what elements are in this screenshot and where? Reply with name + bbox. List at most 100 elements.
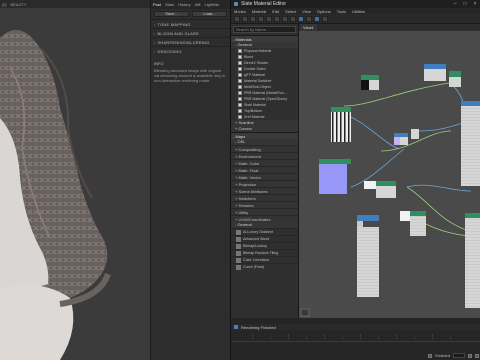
material-icon [238, 49, 242, 53]
move-children-icon[interactable] [258, 15, 264, 22]
section-label: BLOOM AND GLARE [157, 30, 200, 36]
preview-node[interactable] [300, 308, 310, 317]
osl-group[interactable]: + Math: Vector [231, 173, 298, 180]
tab-diff[interactable]: Diff [195, 2, 201, 7]
background-icon[interactable] [282, 15, 288, 22]
save-button[interactable]: Save... [154, 11, 189, 17]
osl-group[interactable]: + Utility [231, 208, 298, 215]
material-icon [238, 103, 242, 107]
map-item[interactable]: Ai-Luxury Gradient [231, 228, 298, 235]
browser-search-input[interactable]: Search by Name ... [233, 26, 296, 33]
hide-unused-icon[interactable] [266, 15, 272, 22]
tab-stats[interactable]: Stats [165, 2, 174, 7]
tab-post[interactable]: Post [153, 2, 161, 7]
osl-group[interactable]: + UVW/Coordinates [231, 215, 298, 222]
render-image [0, 8, 150, 360]
map-icon [236, 243, 241, 249]
list-item-label: Shell Material [244, 103, 266, 107]
key-filter-field[interactable] [453, 353, 465, 358]
menu-view[interactable]: View [302, 9, 311, 14]
map-item-label: Advanced Wood [243, 237, 270, 241]
parameter-editor-icon[interactable] [314, 15, 320, 22]
normal-map-node[interactable] [319, 159, 351, 194]
chevron-right-icon: › [154, 48, 156, 54]
viewport-toolbar: [0] BEAUTY [0, 0, 150, 8]
osl-group[interactable]: + Scene Attributes [231, 187, 298, 194]
menu-options[interactable]: Options [317, 9, 331, 14]
close-icon[interactable]: × [470, 1, 480, 7]
materials-header[interactable]: - Materials [231, 35, 298, 42]
preset-buttons: Save... Load... [151, 9, 230, 19]
minimize-icon[interactable]: – [450, 1, 460, 7]
map-icon [236, 250, 241, 256]
layout-children-icon[interactable] [298, 15, 304, 22]
section-label: SHARPENING/BLURRING [157, 39, 210, 45]
osl-group[interactable]: + Compositing [231, 145, 298, 152]
load-button[interactable]: Load... [192, 11, 227, 17]
render-viewport[interactable]: [0] BEAUTY [0, 0, 150, 360]
osl-group[interactable]: + Switchers [231, 194, 298, 201]
menu-edit[interactable]: Edit [272, 9, 279, 14]
section-label: DENOISING [157, 48, 182, 54]
viewport-channel-label[interactable]: BEAUTY [10, 2, 26, 7]
menu-select[interactable]: Select [285, 9, 296, 14]
menu-utilities[interactable]: Utilities [352, 9, 365, 14]
section-sharpening-blurring[interactable]: › SHARPENING/BLURRING [151, 37, 230, 46]
tab-lightmix[interactable]: LightMix [205, 2, 220, 7]
map-item[interactable]: Advanced Wood [231, 235, 298, 242]
osl-group[interactable]: + Environment [231, 152, 298, 159]
window-title: Slate Material Editor [241, 1, 287, 7]
play-icon[interactable] [468, 353, 472, 358]
app-icon [234, 2, 238, 6]
osl-group[interactable]: + Math: Color [231, 159, 298, 166]
menu-tools[interactable]: Tools [337, 9, 346, 14]
section-denoising[interactable]: › DENOISING [151, 46, 230, 55]
map-item[interactable]: Curve (Float) [231, 263, 298, 270]
menu-material[interactable]: Material [252, 9, 266, 14]
layout-icon[interactable] [290, 15, 296, 22]
maximize-icon[interactable]: □ [460, 1, 470, 7]
list-item-label: PBR Material (Metal/Rou... [244, 91, 287, 95]
map-item-label: Bitmap Random Tiling [243, 251, 279, 255]
lock-icon[interactable] [428, 353, 433, 358]
list-item-label: glTF Material [244, 73, 265, 77]
show-map-icon[interactable] [274, 15, 280, 22]
map-item[interactable]: Bitmap/Lookup [231, 242, 298, 249]
node-graph-view[interactable] [299, 31, 480, 318]
select-by-material-icon[interactable] [322, 15, 328, 22]
section-label: TONE MAPPING [157, 21, 191, 27]
map-item[interactable]: Bitmap Random Tiling [231, 249, 298, 256]
section-tone-mapping[interactable]: › TONE MAPPING [151, 19, 230, 28]
delete-icon[interactable] [250, 15, 256, 22]
osl-group[interactable]: + Projection [231, 180, 298, 187]
osl-group[interactable]: + Textures [231, 201, 298, 208]
map-item-label: Ai-Luxury Gradient [243, 230, 273, 234]
list-item-label: Top/Bottom [244, 109, 263, 113]
list-item-label: Multi/Sub-Object [244, 85, 271, 89]
timeline-ruler[interactable] [231, 332, 480, 342]
timeline[interactable]: Enabled [231, 330, 480, 360]
map-node[interactable] [361, 75, 379, 90]
next-frame-icon[interactable] [475, 353, 479, 358]
map-item[interactable]: Color Correction [231, 256, 298, 263]
map-icon [236, 257, 241, 263]
window-controls: – □ × [450, 1, 480, 7]
section-bloom-glare[interactable]: › BLOOM AND GLARE [151, 28, 230, 37]
list-item-label: Physical Material [244, 49, 272, 53]
material-map-navigator-icon[interactable] [306, 15, 312, 22]
menu-modes[interactable]: Modes [234, 9, 246, 14]
list-item-label: Xref Material [244, 115, 265, 119]
list-item-label: DirectX Shader [244, 61, 269, 65]
map-item-label: Color Correction [243, 258, 270, 262]
tab-view1[interactable]: View1 [300, 24, 317, 31]
tab-history[interactable]: History [178, 2, 190, 7]
map-icon [236, 236, 241, 242]
bitmap-node[interactable] [331, 107, 351, 142]
assign-material-icon[interactable] [242, 15, 248, 22]
maps-header[interactable]: - Maps [231, 132, 298, 139]
osl-group[interactable]: + Math: Float [231, 166, 298, 173]
material-node[interactable] [357, 215, 379, 297]
app-root: [0] BEAUTY Post Stats History Diff Light… [0, 0, 480, 360]
render-tabs: Post Stats History Diff LightMix [151, 0, 230, 9]
pick-material-icon[interactable] [234, 15, 240, 22]
